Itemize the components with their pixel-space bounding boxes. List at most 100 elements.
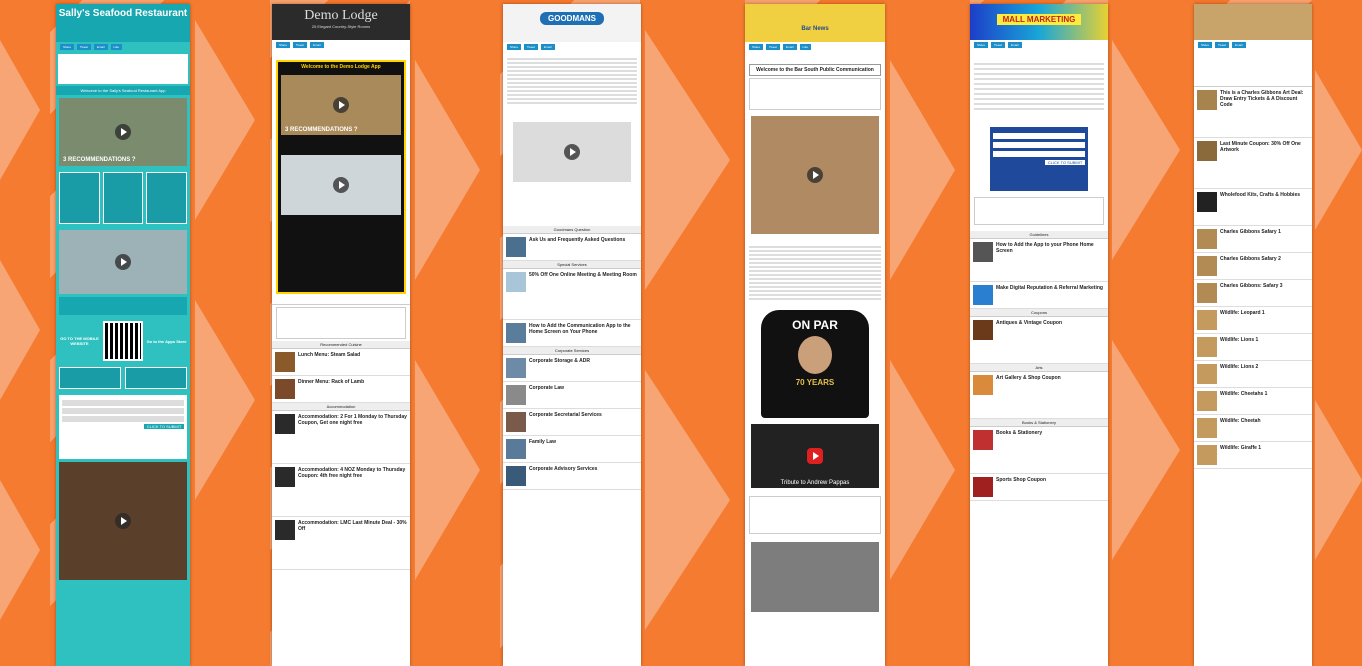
tshirt-image: ON PAR ON PAR 70 YEARS bbox=[761, 310, 869, 418]
listing-title: Charles Gibbons Safary 1 bbox=[1220, 229, 1281, 235]
list-item[interactable]: Wildlife: Lions 2 bbox=[1194, 361, 1312, 388]
play-icon[interactable] bbox=[564, 144, 580, 160]
list-item[interactable]: Corporate Advisory Services bbox=[503, 463, 641, 490]
listing-title: Last Minute Coupon: 30% Off One Artwork bbox=[1220, 141, 1301, 153]
listing-title: Books & Stationery bbox=[996, 430, 1043, 436]
video-thumbnail[interactable]: 3 RECOMMENDATIONS ? bbox=[59, 98, 187, 166]
welcome-title: Welcome to the Bar South Public Communic… bbox=[749, 64, 881, 76]
app-header: Demo Lodge 25 Elegant Country-Style Room… bbox=[272, 4, 410, 40]
list-item[interactable]: Charles Gibbons Safary 2 bbox=[1194, 253, 1312, 280]
list-item[interactable]: Ask Us and Frequently Asked Questions bbox=[503, 234, 641, 261]
list-item[interactable]: Accommodation: LMC Last Minute Deal - 30… bbox=[272, 517, 410, 570]
listing-title: Corporate Secretarial Services bbox=[529, 412, 602, 418]
share-buttons[interactable]: Share Tweet Email Like bbox=[745, 42, 885, 52]
submit-button[interactable]: CLICK TO SUBMIT bbox=[1045, 160, 1085, 165]
tile[interactable] bbox=[59, 172, 100, 224]
listing-title: Lunch Menu: Steam Salad bbox=[298, 352, 361, 358]
video-title: 3 RECOMMENDATIONS ? bbox=[285, 127, 358, 133]
share-buttons[interactable]: Share Tweet Email bbox=[1194, 40, 1312, 50]
video-caption: Tribute to Andrew Pappas bbox=[780, 480, 850, 486]
list-item[interactable]: How to Add the Communication App to the … bbox=[503, 320, 641, 347]
section-header: Goodmans Question bbox=[503, 226, 641, 234]
play-icon[interactable] bbox=[115, 124, 131, 140]
mobile-website-link[interactable]: GO TO THE MOBILE WEBSITE bbox=[59, 336, 100, 346]
list-item[interactable]: Wildlife: Cheetah bbox=[1194, 415, 1312, 442]
contact-form: CLICK TO SUBMIT bbox=[59, 395, 187, 459]
video-thumbnail[interactable]: 3 RECOMMENDATIONS ? bbox=[281, 75, 401, 135]
qr-code bbox=[103, 321, 143, 361]
header-subtitle: 25 Elegant Country-Style Rooms bbox=[311, 24, 371, 29]
listing-title: Accommodation: LMC Last Minute Deal - 30… bbox=[298, 520, 407, 532]
share-buttons[interactable]: Share Tweet Email Like bbox=[56, 42, 190, 52]
listing-title: 50% Off One Online Meeting & Meeting Roo… bbox=[529, 272, 637, 278]
shirt-years: 70 YEARS bbox=[795, 378, 835, 387]
listing-title: Charles Gibbons Safary 2 bbox=[1220, 256, 1281, 262]
video-thumbnail[interactable] bbox=[513, 122, 631, 182]
video-thumbnail[interactable] bbox=[281, 155, 401, 215]
list-item[interactable]: Books & Stationery bbox=[970, 427, 1108, 474]
listing-title: Wildlife: Cheetahs 1 bbox=[1220, 391, 1268, 397]
header-title: GOODMANS bbox=[540, 12, 604, 25]
list-item[interactable]: Charles Gibbons Safary 1 bbox=[1194, 226, 1312, 253]
list-item[interactable]: Wildlife: Lions 1 bbox=[1194, 334, 1312, 361]
list-item[interactable]: Wildlife: Cheetahs 1 bbox=[1194, 388, 1312, 415]
list-item[interactable]: Sports Shop Coupon bbox=[970, 474, 1108, 501]
listing-title: Antiques & Vintage Coupon bbox=[996, 320, 1063, 326]
list-item[interactable]: 50% Off One Online Meeting & Meeting Roo… bbox=[503, 269, 641, 320]
video-title: 3 RECOMMENDATIONS ? bbox=[63, 157, 136, 163]
welcome-title: Welcome to the Demo Lodge App bbox=[301, 64, 381, 70]
listing-title: Wildlife: Lions 2 bbox=[1220, 364, 1259, 370]
video-thumbnail[interactable] bbox=[751, 116, 879, 234]
app-store-link[interactable]: Go to the Apps Store bbox=[146, 339, 187, 344]
listing-title: Corporate Storage & ADR bbox=[529, 358, 590, 364]
submit-button[interactable]: CLICK TO SUBMIT bbox=[144, 424, 184, 429]
listing-title: Sports Shop Coupon bbox=[996, 477, 1046, 483]
video-thumbnail[interactable] bbox=[59, 230, 187, 294]
list-item[interactable]: Corporate Storage & ADR bbox=[503, 355, 641, 382]
section-header: Arts bbox=[970, 364, 1108, 372]
header-title: Bar News bbox=[801, 26, 829, 32]
list-item[interactable]: Corporate Secretarial Services bbox=[503, 409, 641, 436]
list-item[interactable]: Charles Gibbons: Safary 3 bbox=[1194, 280, 1312, 307]
list-item[interactable]: Accommodation: 4 NOZ Monday to Thursday … bbox=[272, 464, 410, 517]
list-item[interactable]: Wholefood Kits, Crafts & Hobbies bbox=[1194, 189, 1312, 226]
list-item[interactable]: Antiques & Vintage Coupon bbox=[970, 317, 1108, 364]
list-item[interactable]: Accommodation: 2 For 1 Monday to Thursda… bbox=[272, 411, 410, 464]
tile[interactable] bbox=[146, 172, 188, 224]
section-header: Books & Stationery bbox=[970, 419, 1108, 427]
list-item[interactable]: Lunch Menu: Steam Salad bbox=[272, 349, 410, 376]
list-item[interactable]: How to Add the App to your Phone Home Sc… bbox=[970, 239, 1108, 282]
list-item[interactable]: Corporate Law bbox=[503, 382, 641, 409]
share-buttons[interactable]: Share Tweet Email bbox=[272, 40, 410, 50]
listing-title: Wildlife: Lions 1 bbox=[1220, 337, 1259, 343]
share-buttons[interactable]: Share Tweet Email bbox=[503, 42, 641, 52]
list-item[interactable]: Dinner Menu: Rack of Lamb bbox=[272, 376, 410, 403]
app-header bbox=[1194, 4, 1312, 40]
video-thumbnail[interactable] bbox=[59, 462, 187, 580]
listing-title: Corporate Advisory Services bbox=[529, 466, 598, 472]
listing-title: Wildlife: Cheetah bbox=[1220, 418, 1261, 424]
app-panel-mall: MALL MARKETING Share Tweet Email CLICK TO … bbox=[970, 4, 1108, 666]
contact-form: CLICK TO SUBMIT bbox=[990, 127, 1088, 191]
play-icon[interactable] bbox=[333, 177, 349, 193]
background-chevrons bbox=[0, 0, 1362, 666]
play-icon[interactable] bbox=[807, 167, 823, 183]
list-item[interactable]: This is a Charles Gibbons Art Deal: Draw… bbox=[1194, 87, 1312, 138]
play-icon[interactable] bbox=[115, 513, 131, 529]
list-item[interactable]: Make Digital Reputation & Referral Marke… bbox=[970, 282, 1108, 309]
list-item[interactable]: Wildlife: Giraffe 1 bbox=[1194, 442, 1312, 469]
tile[interactable] bbox=[102, 172, 144, 224]
list-item[interactable]: Last Minute Coupon: 30% Off One Artwork bbox=[1194, 138, 1312, 189]
video-thumbnail[interactable]: Tribute to Andrew Pappas bbox=[751, 424, 879, 488]
portrait-icon bbox=[798, 336, 832, 374]
list-item[interactable]: Art Gallery & Shop Coupon bbox=[970, 372, 1108, 419]
listing-title: How to Add the Communication App to the … bbox=[529, 323, 631, 335]
list-item[interactable]: Family Law bbox=[503, 436, 641, 463]
listing-title: Art Gallery & Shop Coupon bbox=[996, 375, 1061, 381]
play-icon[interactable] bbox=[333, 97, 349, 113]
list-item[interactable]: Wildlife: Leopard 1 bbox=[1194, 307, 1312, 334]
intro-text: Welcome to the Sally's Seafood Restauran… bbox=[56, 86, 190, 95]
share-buttons[interactable]: Share Tweet Email bbox=[970, 40, 1108, 50]
play-icon[interactable] bbox=[115, 254, 131, 270]
play-icon[interactable] bbox=[807, 448, 823, 464]
